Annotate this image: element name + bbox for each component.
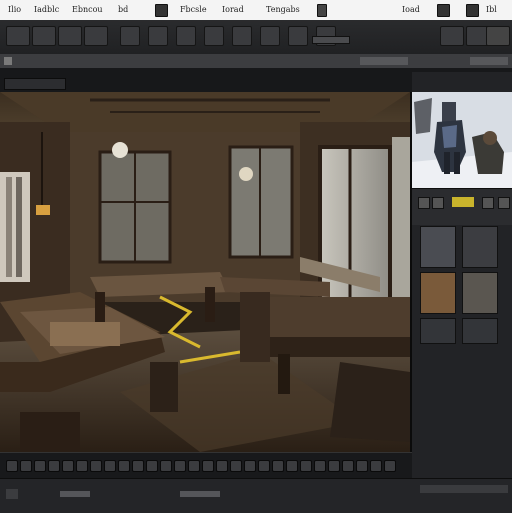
menu-item-4[interactable]: bd: [118, 5, 128, 14]
asset-preview[interactable]: [412, 92, 512, 188]
asset-toolbar: [412, 188, 512, 225]
timeline-button[interactable]: [356, 460, 368, 472]
status-icon[interactable]: [6, 489, 18, 499]
toolbar-slider[interactable]: [312, 36, 350, 44]
timeline-button[interactable]: [258, 460, 270, 472]
status-field: [180, 491, 220, 497]
timeline-button[interactable]: [216, 460, 228, 472]
asset-thumb[interactable]: [462, 272, 498, 314]
timeline-button[interactable]: [34, 460, 46, 472]
toolbar-tool-button[interactable]: [176, 26, 196, 46]
grid-view-icon[interactable]: [418, 197, 430, 209]
toolbar-tool-button[interactable]: [148, 26, 168, 46]
menu-item-6[interactable]: Iorad: [222, 5, 244, 14]
timeline-button[interactable]: [76, 460, 88, 472]
tool-settings-icon[interactable]: [486, 26, 510, 46]
list-view-icon[interactable]: [432, 197, 444, 209]
menu-item-2[interactable]: Iadblc: [34, 5, 59, 14]
toolbar-tool-button[interactable]: [204, 26, 224, 46]
asset-thumb[interactable]: [462, 318, 498, 344]
menu-bar: Ilio Iadblc Ebncou bd Fbcsle Iorad Tenga…: [0, 0, 512, 21]
tool-select-icon[interactable]: [32, 26, 56, 46]
app-icon[interactable]: [155, 4, 168, 17]
asset-filter-highlight[interactable]: [452, 197, 474, 207]
menu-item-3[interactable]: Ebncou: [72, 5, 103, 14]
timeline-button[interactable]: [90, 460, 102, 472]
subbar-field[interactable]: [360, 57, 408, 65]
timeline-button[interactable]: [202, 460, 214, 472]
timeline-button[interactable]: [188, 460, 200, 472]
menu-item-9[interactable]: Ibl: [486, 5, 497, 14]
toolbar-tool-button[interactable]: [120, 26, 140, 46]
timeline-button[interactable]: [132, 460, 144, 472]
character-preview: [412, 92, 512, 188]
refresh-icon[interactable]: [482, 197, 494, 209]
subbar-field-2[interactable]: [470, 57, 508, 65]
timeline-button[interactable]: [328, 460, 340, 472]
timeline-button[interactable]: [160, 460, 172, 472]
asset-thumb[interactable]: [420, 318, 456, 344]
toolbar-tool-button[interactable]: [260, 26, 280, 46]
folder-icon[interactable]: [498, 197, 510, 209]
asset-thumb[interactable]: [420, 272, 456, 314]
tool-rotate-icon[interactable]: [58, 26, 82, 46]
asset-thumb[interactable]: [462, 226, 498, 268]
timeline-button[interactable]: [6, 460, 18, 472]
timeline-button[interactable]: [300, 460, 312, 472]
timeline-button[interactable]: [244, 460, 256, 472]
timeline-button[interactable]: [314, 460, 326, 472]
timeline-button[interactable]: [174, 460, 186, 472]
tool-render-icon[interactable]: [440, 26, 464, 46]
timeline-button[interactable]: [370, 460, 382, 472]
timeline-button[interactable]: [118, 460, 130, 472]
tool-move-icon[interactable]: [6, 26, 30, 46]
menu-item-8[interactable]: Ioad: [402, 5, 420, 14]
sub-toolbar: [0, 54, 512, 69]
timeline-button[interactable]: [48, 460, 60, 472]
tool-scale-icon[interactable]: [84, 26, 108, 46]
render-viewport[interactable]: [0, 92, 412, 452]
main-toolbar: [0, 20, 512, 55]
window-icon[interactable]: [437, 4, 450, 17]
asset-grid: [420, 226, 512, 346]
scene-render: [0, 92, 410, 452]
subbar-icon[interactable]: [4, 57, 12, 65]
timeline-button[interactable]: [146, 460, 158, 472]
timeline-button[interactable]: [272, 460, 284, 472]
tab-viewport[interactable]: [4, 78, 66, 90]
timeline-button[interactable]: [104, 460, 116, 472]
asset-thumb[interactable]: [420, 226, 456, 268]
layout-icon[interactable]: [466, 4, 479, 17]
status-field: [60, 491, 90, 497]
menu-item-1[interactable]: Ilio: [8, 5, 21, 14]
timeline-button[interactable]: [384, 460, 396, 472]
timeline-button[interactable]: [286, 460, 298, 472]
timeline-button[interactable]: [62, 460, 74, 472]
menu-item-5[interactable]: Fbcsle: [180, 5, 207, 14]
status-bar: [0, 478, 512, 513]
pin-icon[interactable]: [317, 4, 327, 17]
timeline-button[interactable]: [342, 460, 354, 472]
timeline-button[interactable]: [20, 460, 32, 472]
status-progress: [420, 485, 508, 493]
menu-item-7[interactable]: Tengabs: [266, 5, 300, 14]
timeline-bar: [0, 452, 412, 479]
toolbar-tool-button[interactable]: [232, 26, 252, 46]
toolbar-tool-button[interactable]: [288, 26, 308, 46]
timeline-button[interactable]: [230, 460, 242, 472]
